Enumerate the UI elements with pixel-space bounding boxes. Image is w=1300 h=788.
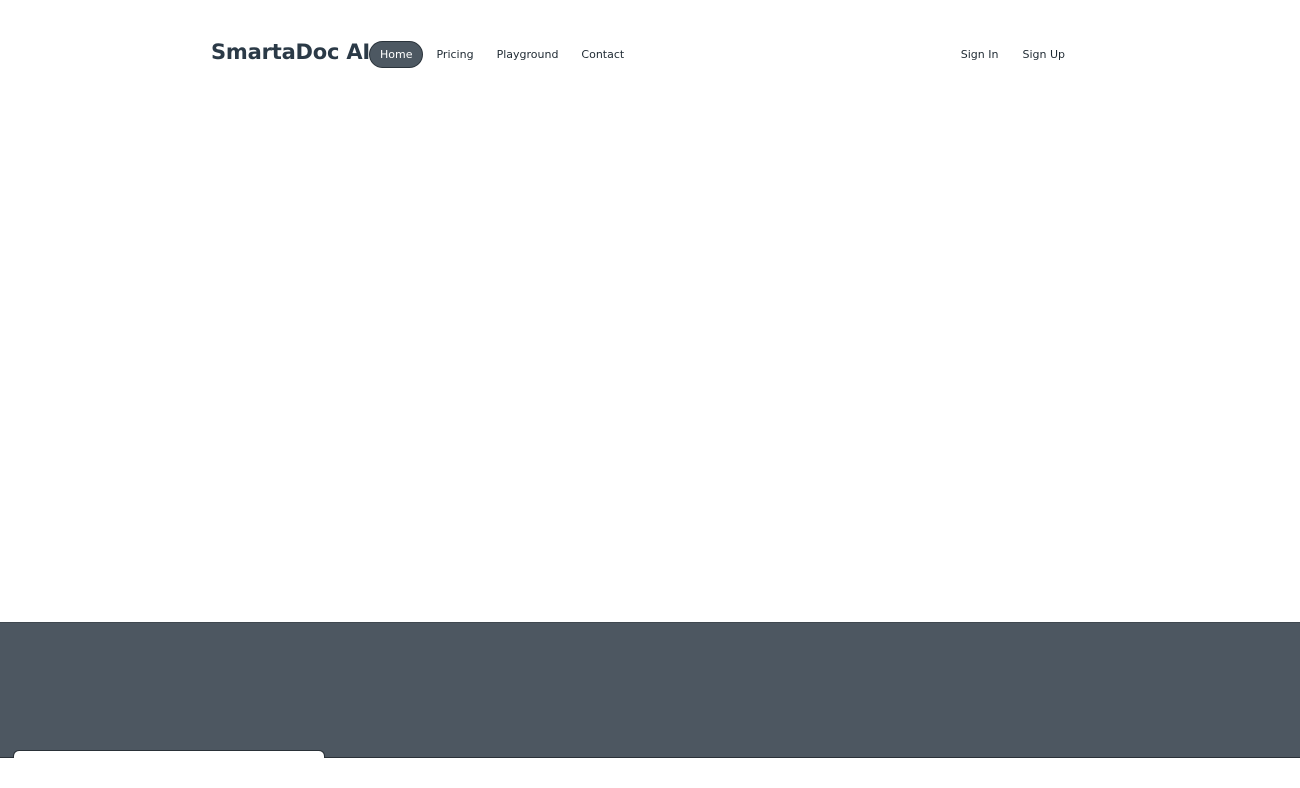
sign-up-link[interactable]: Sign Up bbox=[1010, 41, 1077, 68]
sign-in-link[interactable]: Sign In bbox=[949, 41, 1011, 68]
main-content-area bbox=[0, 108, 1300, 622]
page: SmartaDoc AI Home Pricing Playground Con… bbox=[0, 0, 1300, 788]
nav-item-pricing[interactable]: Pricing bbox=[426, 41, 483, 68]
main-nav: Home Pricing Playground Contact bbox=[369, 41, 637, 68]
nav-item-playground[interactable]: Playground bbox=[487, 41, 569, 68]
site-header: SmartaDoc AI Home Pricing Playground Con… bbox=[0, 0, 1300, 108]
nav-item-home[interactable]: Home bbox=[369, 41, 424, 68]
site-footer bbox=[0, 622, 1300, 758]
auth-links: Sign In Sign Up bbox=[949, 41, 1077, 68]
bottom-panel-tab[interactable] bbox=[13, 750, 325, 758]
nav-item-contact[interactable]: Contact bbox=[571, 41, 634, 68]
brand-logo-text[interactable]: SmartaDoc AI bbox=[211, 40, 370, 64]
